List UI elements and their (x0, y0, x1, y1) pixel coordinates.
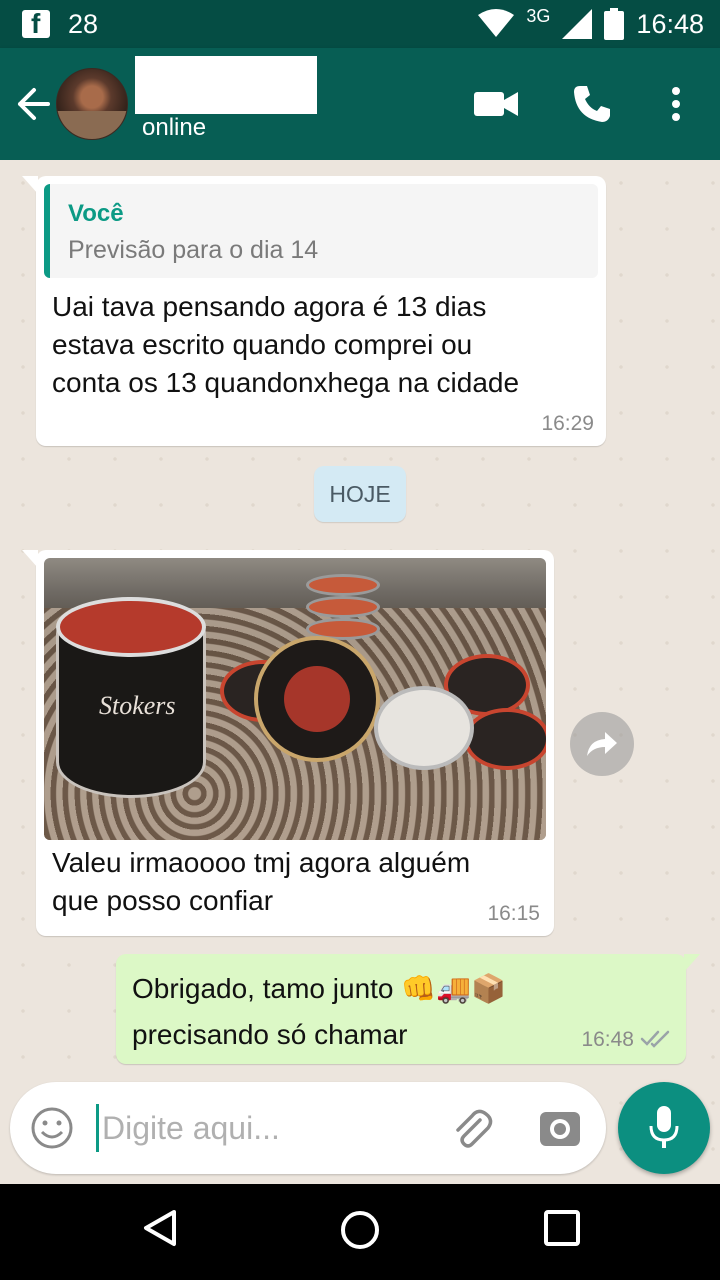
system-nav-bar (0, 1184, 720, 1280)
contact-avatar[interactable] (56, 68, 128, 140)
status-bar: f 28 3G 16:48 (0, 0, 720, 48)
message-line: Uai tava pensando agora é 13 dias (52, 291, 487, 322)
phone-icon (574, 86, 610, 122)
overflow-menu-button[interactable] (652, 80, 700, 128)
camera-button[interactable] (538, 1106, 582, 1150)
message-text: Obrigado, tamo junto 👊🚚📦 precisando só c… (132, 966, 592, 1058)
camera-icon (540, 1112, 580, 1146)
clock: 16:48 (636, 8, 704, 39)
message-text: Valeu irmaoooo tmj agora alguém que poss… (52, 844, 542, 920)
forward-button[interactable] (570, 712, 634, 776)
video-call-button[interactable] (472, 80, 520, 128)
forward-icon (587, 732, 617, 756)
notification-count: 28 (68, 9, 99, 39)
triangle-back-icon (144, 1210, 176, 1246)
message-photo[interactable]: Stokers (44, 558, 546, 840)
contact-name-redacted[interactable] (135, 56, 317, 114)
message-time: 16:48 (581, 1028, 634, 1051)
message-line: conta os 13 quandonxhega na cidade (52, 367, 520, 398)
photo-tin-large: Stokers (56, 597, 206, 798)
message-line: Valeu irmaoooo tmj agora alguém (52, 847, 471, 878)
facebook-notification-icon: f (22, 8, 50, 39)
paperclip-icon (456, 1109, 493, 1148)
circle-home-icon (341, 1211, 379, 1249)
photo-badge (254, 636, 380, 762)
message-line: Obrigado, tamo junto 👊🚚📦 (132, 973, 506, 1004)
voice-call-button[interactable] (568, 80, 616, 128)
quote-author: Você (68, 200, 124, 227)
wifi-icon (478, 9, 515, 37)
network-type: 3G (526, 5, 551, 26)
attach-button[interactable] (450, 1106, 494, 1150)
message-line: que posso confiar (52, 885, 274, 916)
message-input[interactable] (102, 1104, 432, 1152)
emoji-button[interactable] (30, 1106, 74, 1150)
voice-record-button[interactable] (618, 1082, 710, 1174)
message-text: Uai tava pensando agora é 13 dias estava… (52, 288, 602, 402)
quoted-message[interactable]: Você Previsão para o dia 14 (44, 184, 598, 278)
nav-home-button[interactable] (338, 1208, 386, 1256)
battery-icon (604, 8, 625, 40)
video-call-icon (474, 92, 518, 116)
message-bubble-outgoing[interactable]: Obrigado, tamo junto 👊🚚📦 precisando só c… (116, 954, 700, 1064)
message-bubble-incoming-image[interactable]: Stokers Valeu irmaoooo tmj agora alguém … (22, 550, 554, 936)
message-time: 16:29 (541, 412, 594, 435)
message-bubble-incoming[interactable]: Você Previsão para o dia 14 Uai tava pen… (22, 176, 606, 446)
signal-icon (562, 9, 593, 39)
quote-text: Previsão para o dia 14 (68, 236, 319, 264)
nav-recents-button[interactable] (542, 1208, 590, 1256)
square-recents-icon (544, 1210, 580, 1246)
back-button[interactable] (14, 84, 52, 124)
mic-icon (649, 1106, 679, 1148)
message-line: estava escrito quando comprei ou (52, 329, 473, 360)
emoji-icon (31, 1107, 73, 1149)
message-composer (10, 1082, 606, 1174)
date-separator: HOJE (314, 466, 406, 522)
chat-area[interactable]: Você Previsão para o dia 14 Uai tava pen… (0, 160, 720, 1184)
more-vert-icon (672, 87, 680, 121)
arrow-left-icon (18, 88, 50, 120)
message-time: 16:15 (487, 902, 540, 925)
message-line: precisando só chamar (132, 1019, 408, 1050)
text-caret (96, 1104, 99, 1152)
chat-header: online (0, 48, 720, 160)
double-check-icon (640, 1030, 670, 1048)
nav-back-button[interactable] (140, 1208, 188, 1256)
contact-presence: online (142, 114, 207, 141)
